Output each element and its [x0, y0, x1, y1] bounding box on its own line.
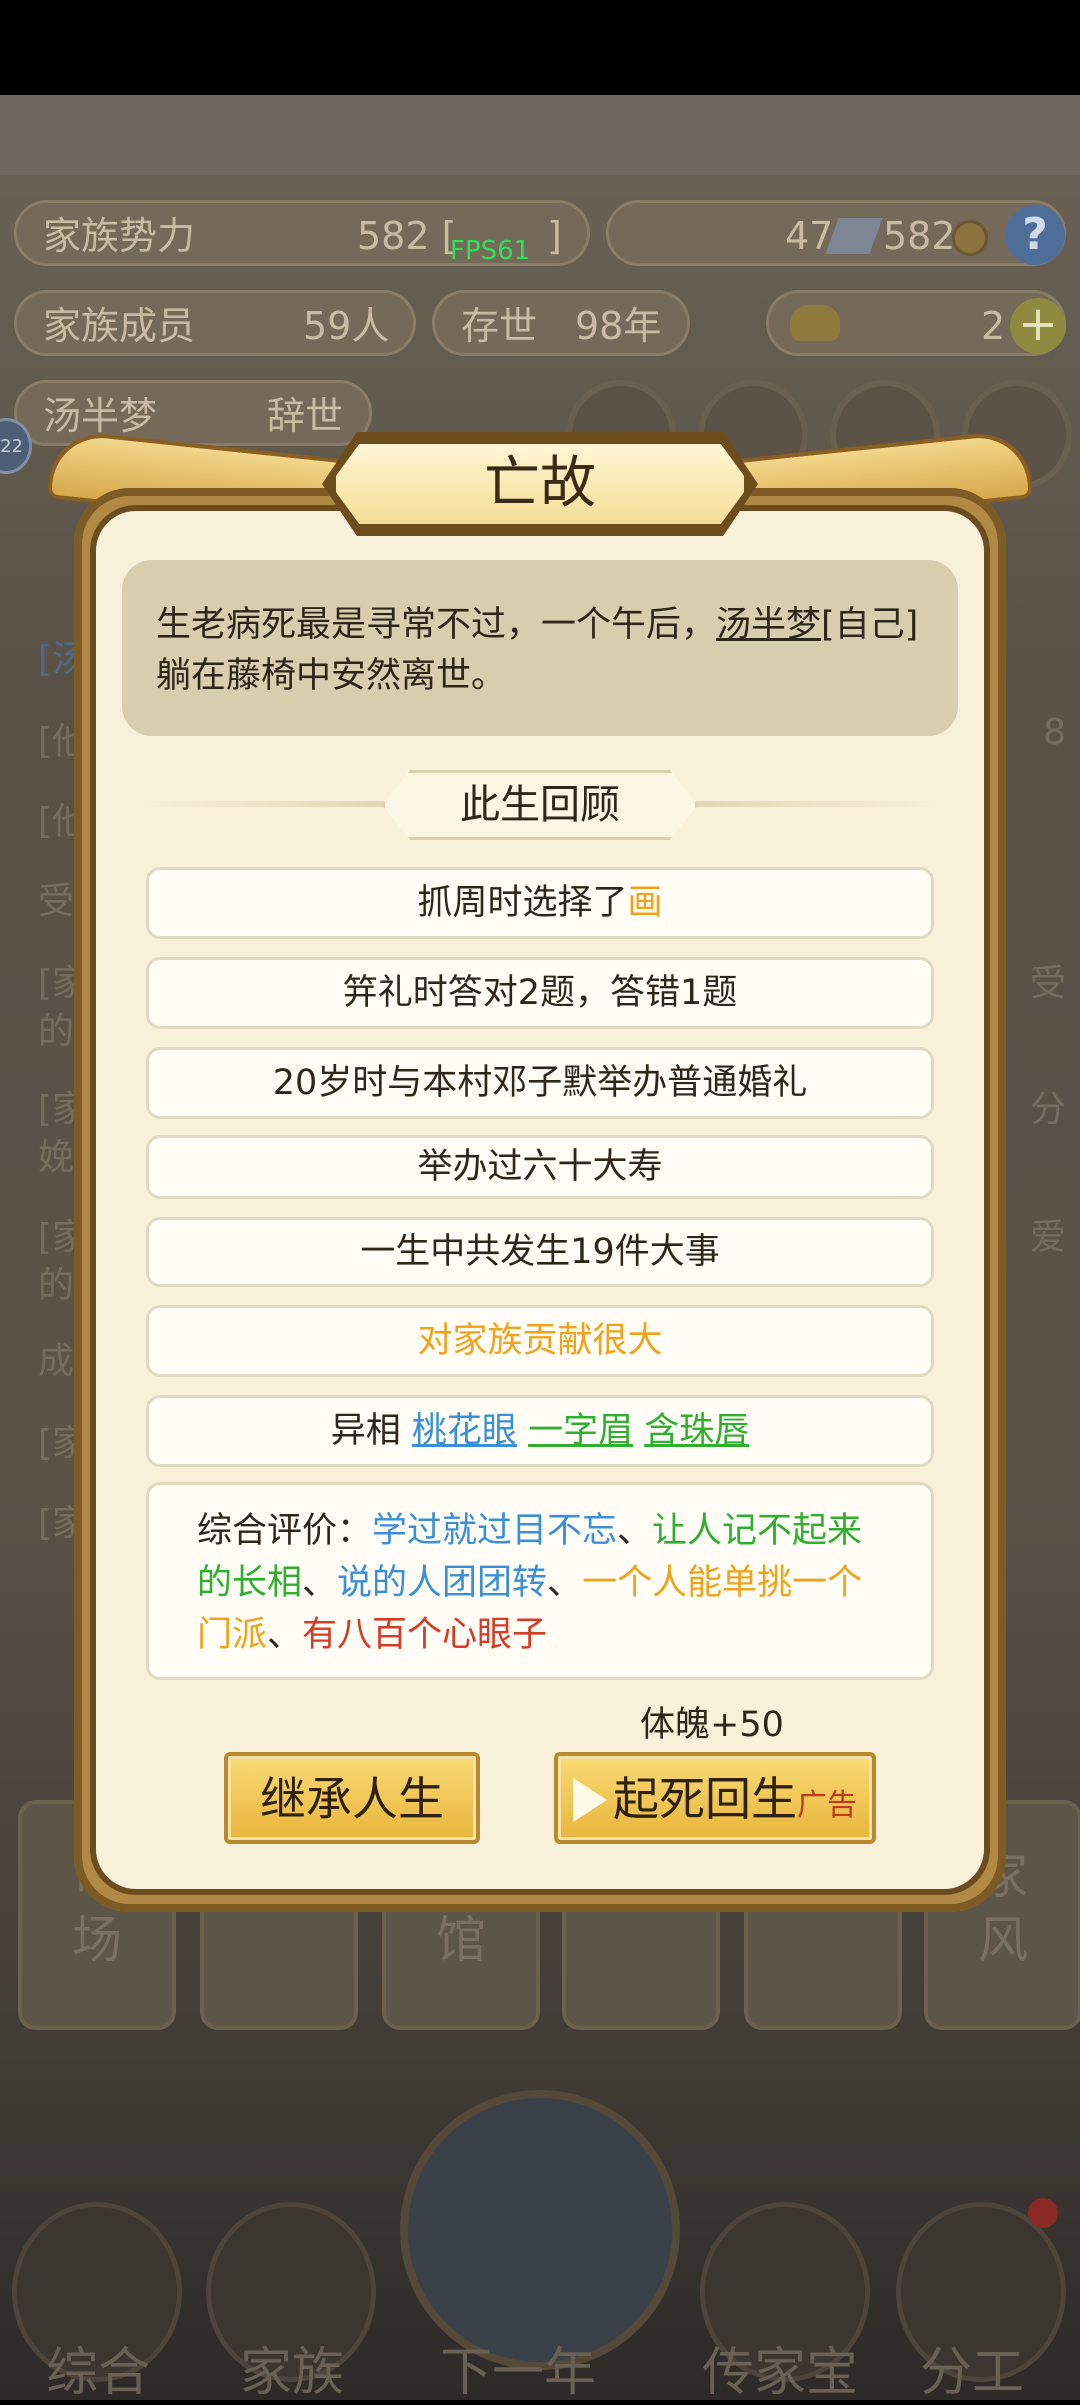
- feature-pearl-lips[interactable]: 含珠唇: [644, 1411, 749, 1451]
- review-events: 一生中共发生19件大事: [146, 1217, 934, 1287]
- nav-family-label[interactable]: 家族: [240, 2330, 344, 2405]
- play-icon: [573, 1777, 607, 1822]
- family-members-label: 家族成员: [43, 304, 196, 348]
- bg-right-fragment: 爱: [1029, 1217, 1066, 1258]
- trait-separator: 、: [267, 1615, 303, 1655]
- family-members-value: 59人: [303, 304, 390, 348]
- family-power-value: 582 [: [357, 214, 457, 258]
- bg-right-fragment: 受: [1029, 963, 1066, 1004]
- section-divider-left: [140, 801, 390, 807]
- ingot-count: 2: [981, 304, 1006, 348]
- help-icon[interactable]: ?: [1005, 205, 1065, 265]
- revive-label: 起死回生: [613, 1772, 797, 1826]
- nav-division-label[interactable]: 分工: [920, 2330, 1024, 2405]
- overall-evaluation: 综合评价：学过就过目不忘、让人记不起来的长相、说的人团团转、一个人能单挑一个门派…: [146, 1482, 934, 1680]
- next-year-mountain-icon[interactable]: [400, 2090, 680, 2370]
- person-name-link[interactable]: 汤半梦: [716, 605, 821, 645]
- feature-straight-brows[interactable]: 一字眉: [528, 1411, 633, 1451]
- section-title: 此生回顾: [460, 782, 620, 828]
- inherit-life-button[interactable]: 继承人生: [224, 1752, 480, 1844]
- trait-separator: 、: [617, 1511, 653, 1551]
- card-char: 馆: [436, 1911, 486, 1969]
- notification-dot: [1028, 2198, 1058, 2228]
- trait-photographic-memory: 学过就过目不忘: [372, 1511, 618, 1551]
- evaluation-label: 综合评价：: [197, 1511, 373, 1551]
- family-power-label: 家族势力: [43, 214, 196, 258]
- review-jili: 笄礼时答对2题，答错1题: [146, 957, 934, 1029]
- review-marriage: 20岁时与本村邓子默举办普通婚礼: [146, 1047, 934, 1119]
- trait-separator: 、: [302, 1563, 338, 1603]
- trait-separator: 、: [547, 1563, 583, 1603]
- person-pill[interactable]: 汤半梦 辞世: [14, 380, 372, 446]
- fps-counter: FPS61: [450, 236, 531, 266]
- card-char: 场: [72, 1911, 122, 1969]
- zhuazhou-item: 画: [627, 883, 663, 923]
- bg-log-line: 受: [38, 881, 75, 922]
- nav-heirloom-label[interactable]: 传家宝: [702, 2330, 858, 2405]
- feature-peach-eyes[interactable]: 桃花眼: [412, 1411, 517, 1451]
- status-bar: [0, 0, 1080, 95]
- death-description: 生老病死最是寻常不过，一个午后，汤半梦[自己]躺在藤椅中安然离世。: [122, 560, 958, 736]
- review-zhuazhou: 抓周时选择了画: [146, 867, 934, 939]
- description-prefix: 生老病死最是寻常不过，一个午后，: [156, 605, 717, 645]
- review-birthday: 举办过六十大寿: [146, 1135, 934, 1199]
- trait-scheming: 有八百个心眼子: [302, 1615, 548, 1655]
- coin-count: 582: [883, 214, 956, 258]
- nav-next-year-label[interactable]: 下一年: [440, 2330, 596, 2405]
- card-char: 风: [978, 1911, 1028, 1969]
- existed-label: 存世: [461, 304, 538, 348]
- review-contribution: 对家族贡献很大: [146, 1305, 934, 1377]
- ad-tag: 广告: [797, 1788, 857, 1823]
- top-strip: [0, 95, 1080, 175]
- zhuazhou-text: 抓周时选择了: [417, 883, 628, 923]
- coin-icon: [952, 220, 988, 256]
- bg-log-line: 的: [38, 1011, 75, 1052]
- family-members-pill: 家族成员 59人: [14, 290, 416, 356]
- nav-overview-label[interactable]: 综合: [46, 2330, 150, 2405]
- section-divider-right: [690, 801, 940, 807]
- bg-log-line: 的: [38, 1265, 75, 1306]
- features-label: 异相: [330, 1411, 401, 1451]
- gem-count: 47: [785, 214, 834, 258]
- existed-value: 98年: [575, 304, 662, 348]
- bg-log-line: 娩: [38, 1137, 75, 1178]
- revive-bonus: 体魄+50: [640, 1705, 784, 1745]
- dialog-title: 亡故: [484, 451, 596, 516]
- trait-persuasive: 说的人团团转: [337, 1563, 548, 1603]
- bg-right-fragment: 8: [1043, 712, 1066, 753]
- ingot-icon: [790, 305, 840, 341]
- family-power-value-end: ]: [547, 214, 562, 258]
- review-features: 异相 桃花眼 一字眉 含珠唇: [146, 1395, 934, 1467]
- add-ingot-icon[interactable]: +: [1010, 298, 1066, 354]
- revive-ad-button[interactable]: 起死回生广告: [554, 1752, 876, 1844]
- bg-right-fragment: 分: [1029, 1089, 1066, 1130]
- bg-log-line: 成: [38, 1341, 75, 1382]
- existed-pill: 存世 98年: [432, 290, 690, 356]
